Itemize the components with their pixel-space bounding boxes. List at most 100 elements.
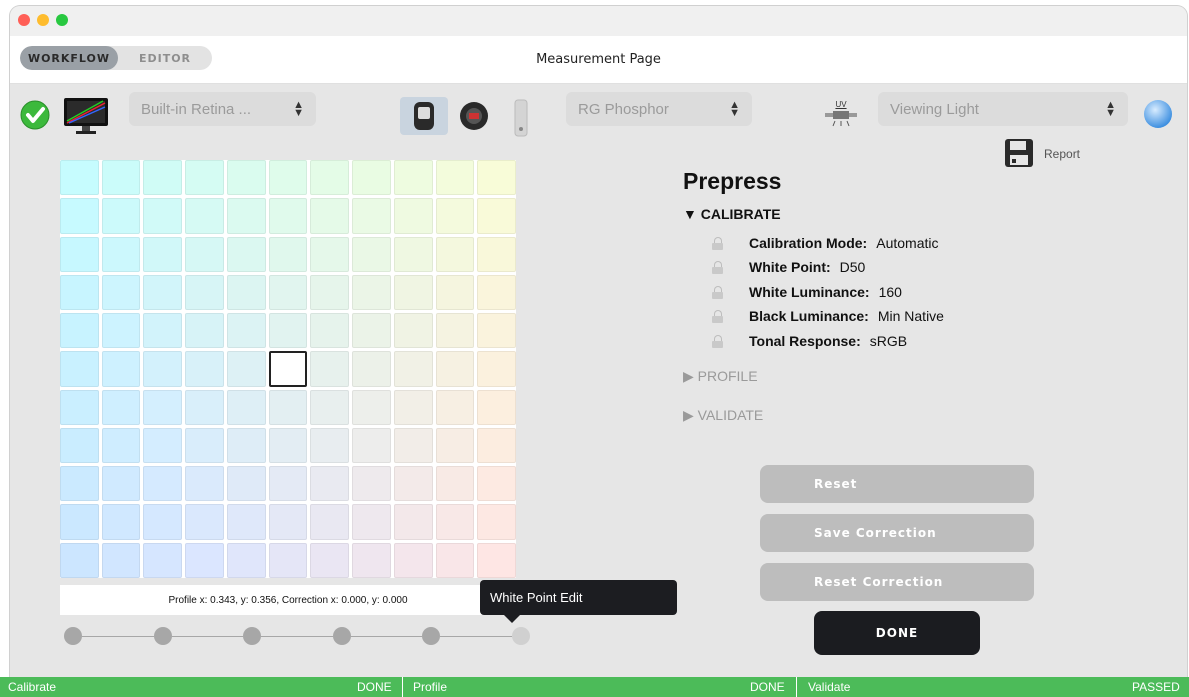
color-patch[interactable] [435,389,475,425]
color-patch[interactable] [477,504,516,540]
color-patch[interactable] [477,466,516,502]
color-patch[interactable] [185,542,224,578]
color-patch[interactable] [435,427,475,464]
color-patch[interactable] [268,236,308,272]
color-patch[interactable] [101,504,141,540]
color-patch[interactable] [101,236,141,272]
color-patch[interactable] [393,389,433,425]
color-patch[interactable] [477,351,516,387]
color-patch[interactable] [393,427,433,464]
color-patch[interactable] [310,160,350,196]
color-patch[interactable] [143,198,183,234]
color-patch[interactable] [143,504,183,540]
color-patch[interactable] [60,389,99,425]
color-patch[interactable] [393,160,433,196]
done-button[interactable]: DONE [814,611,980,655]
color-patch[interactable] [101,198,141,234]
instrument-spectro-button[interactable] [400,97,448,135]
color-patch[interactable] [268,274,308,311]
color-patch[interactable] [185,198,224,234]
color-patch[interactable] [60,504,99,540]
reset-correction-button[interactable]: Reset Correction [760,563,1034,601]
color-patch[interactable] [393,198,433,234]
color-patch[interactable] [435,313,475,349]
step-dot[interactable] [153,627,172,645]
color-patch[interactable] [352,160,391,196]
step-slider[interactable] [56,624,530,648]
color-patch[interactable] [477,160,516,196]
profile-section-toggle[interactable]: ▶ PROFILE [683,368,758,385]
color-patch[interactable] [268,542,308,578]
color-patch[interactable] [101,351,141,387]
color-patch[interactable] [435,466,475,502]
color-patch[interactable] [352,504,391,540]
color-patch[interactable] [185,427,224,464]
color-patch[interactable] [185,351,224,387]
color-patch[interactable] [60,274,99,311]
color-patch[interactable] [60,542,99,578]
color-patch[interactable] [310,466,350,502]
color-patch[interactable] [268,427,308,464]
color-patch[interactable] [101,466,141,502]
close-window-button[interactable] [18,14,30,26]
zoom-window-button[interactable] [56,14,68,26]
color-patch[interactable] [60,198,99,234]
color-patch[interactable] [143,160,183,196]
color-patch[interactable] [352,542,391,578]
color-patch[interactable] [101,427,141,464]
color-patch[interactable] [226,542,266,578]
color-patch[interactable] [143,313,183,349]
info-orb-icon[interactable] [1143,99,1173,129]
color-patch[interactable] [268,466,308,502]
reset-button[interactable]: Reset [760,465,1034,503]
color-patch[interactable] [435,198,475,234]
color-patch[interactable] [435,236,475,272]
color-patch[interactable] [226,160,266,196]
color-patch[interactable] [101,274,141,311]
color-patch[interactable] [268,389,308,425]
phosphor-select[interactable]: RG Phosphor ▲ ▼ [566,92,752,126]
color-patch[interactable] [185,160,224,196]
color-patch[interactable] [310,198,350,234]
color-patch[interactable] [435,542,475,578]
step-dot[interactable] [422,627,440,645]
color-patch[interactable] [226,504,266,540]
color-patch[interactable] [310,236,350,272]
color-patch[interactable] [435,160,475,196]
color-patch[interactable] [60,313,99,349]
color-patch[interactable] [226,351,266,387]
color-patch[interactable] [268,313,308,349]
color-patch[interactable] [393,466,433,502]
validate-section-toggle[interactable]: ▶ VALIDATE [683,407,763,424]
color-patch[interactable] [60,427,99,464]
color-patch[interactable] [393,236,433,272]
color-patch[interactable] [185,389,224,425]
color-patch[interactable] [393,504,433,540]
color-patch[interactable] [268,504,308,540]
color-patch[interactable] [352,466,391,502]
color-patch[interactable] [352,427,391,464]
color-patch[interactable] [435,351,475,387]
color-patch[interactable] [226,274,266,311]
minimize-window-button[interactable] [37,14,49,26]
step-dot[interactable] [511,627,530,645]
color-patch[interactable] [101,389,141,425]
probe-device-icon[interactable] [512,99,530,137]
report-button[interactable]: Report [1004,138,1094,170]
color-patch[interactable] [393,542,433,578]
color-patch[interactable] [185,274,224,311]
color-patch[interactable] [60,160,99,196]
color-patch[interactable] [393,274,433,311]
color-patch[interactable] [310,389,350,425]
color-patch[interactable] [185,313,224,349]
color-patch[interactable] [60,236,99,272]
color-patch[interactable] [185,504,224,540]
color-patch[interactable] [143,466,183,502]
color-patch[interactable] [477,236,516,272]
color-patch[interactable] [310,274,350,311]
step-dot[interactable] [64,627,82,645]
color-patch[interactable] [352,351,391,387]
calibrate-section-toggle[interactable]: ▼ CALIBRATE [683,206,781,222]
color-patch[interactable] [101,313,141,349]
color-patch[interactable] [143,542,183,578]
